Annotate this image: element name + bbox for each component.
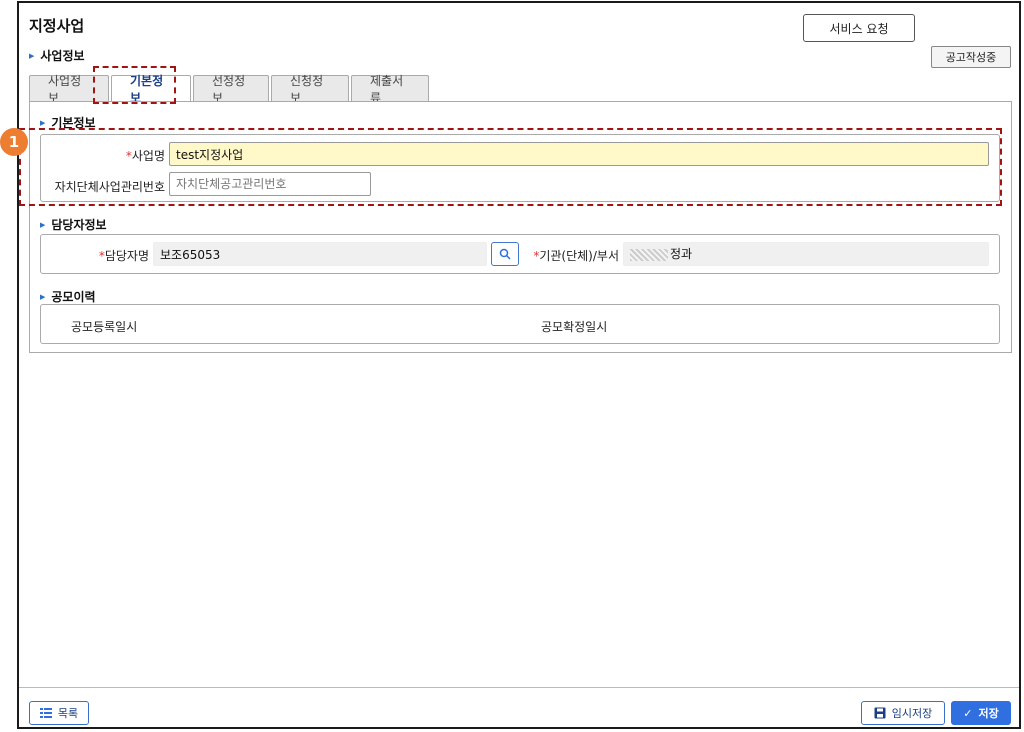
check-icon: ✓ [963, 706, 973, 720]
section-triangle-icon: ▶ [40, 220, 46, 229]
highlight-marker-box [19, 128, 1002, 206]
section-history-label: 공모이력 [51, 290, 96, 304]
manager-name-label: *담당자명 [98, 249, 149, 263]
search-icon [499, 248, 511, 260]
floppy-disk-icon [874, 707, 886, 719]
temp-save-label: 임시저장 [891, 707, 933, 720]
tab-application-info[interactable]: 신청정보 [271, 74, 349, 105]
footer-divider [19, 687, 1019, 688]
section-triangle-icon: ▶ [40, 118, 46, 127]
step-number-badge: 1 [0, 128, 28, 156]
section-triangle-icon: ▶ [29, 51, 35, 60]
tab-documents[interactable]: 제출서류 [351, 74, 429, 105]
contest-registration-date-label: 공모등록일시 [71, 320, 138, 334]
tab-selection-info[interactable]: 선정정보 [193, 74, 269, 105]
section-triangle-icon: ▶ [40, 292, 46, 301]
manager-search-button[interactable] [491, 242, 519, 266]
section-manager-label: 담당자정보 [51, 218, 107, 232]
list-icon [39, 708, 52, 718]
manager-name-input[interactable] [153, 242, 487, 266]
temp-save-button[interactable]: 임시저장 [861, 701, 945, 725]
app-frame: 지정사업 서비스 요청 공고작성중 ▶ 사업정보 사업정보 기본정보 선정정보 … [17, 1, 1021, 729]
section-manager-info: ▶ 담당자정보 [40, 216, 107, 233]
save-button[interactable]: ✓ 저장 [951, 701, 1011, 725]
contest-confirmation-date-label: 공모확정일시 [541, 320, 608, 334]
active-tab-highlight [93, 66, 176, 104]
redacted-mark [630, 248, 668, 261]
org-dept-label: *기관(단체)/부서 [533, 249, 619, 263]
org-dept-field: 정과 [623, 242, 989, 266]
save-label: 저장 [978, 707, 999, 720]
section-business-info: ▶ 사업정보 [29, 47, 85, 64]
tab-bar: 사업정보 기본정보 선정정보 신청정보 제출서류 [29, 74, 431, 105]
section-business-label: 사업정보 [40, 49, 85, 63]
page-title: 지정사업 [29, 17, 85, 35]
contest-history-fields: 공모등록일시 공모확정일시 [40, 304, 1000, 344]
list-label: 목록 [57, 707, 79, 720]
list-button[interactable]: 목록 [29, 701, 89, 725]
manager-info-fields: *담당자명 *기관(단체)/부서 정과 [40, 234, 1000, 274]
service-request-button[interactable]: 서비스 요청 [803, 14, 915, 42]
status-badge: 공고작성중 [931, 46, 1011, 68]
section-contest-history: ▶ 공모이력 [40, 288, 96, 305]
